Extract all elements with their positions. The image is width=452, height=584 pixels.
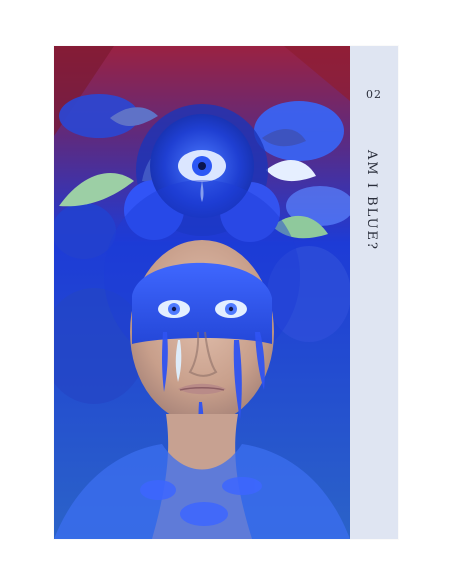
card-title: AM I BLUE? [364,150,379,251]
page: 02 AM I BLUE? [0,0,452,584]
portrait-artwork [54,46,350,539]
portrait-illustration [54,46,350,539]
title-wrap: AM I BLUE? [352,150,396,310]
card-number: 02 [366,88,382,101]
